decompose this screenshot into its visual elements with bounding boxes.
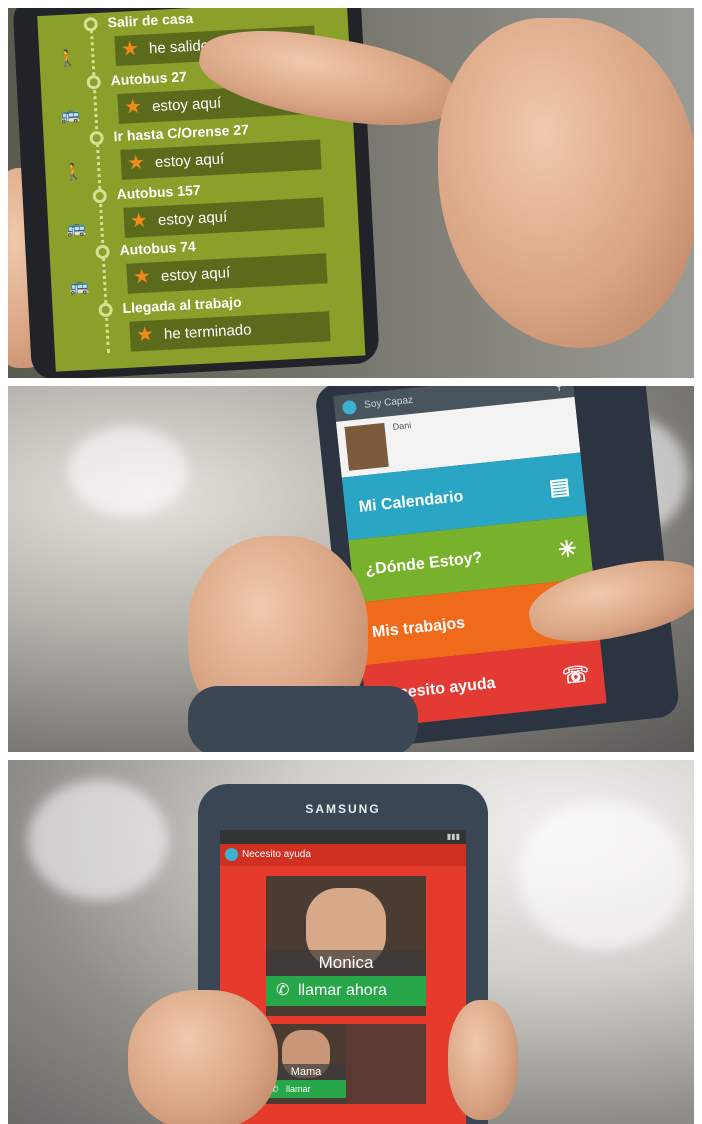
holding-fingers bbox=[448, 1000, 518, 1120]
profile-name: Dani bbox=[392, 420, 412, 432]
step-title: Ir hasta C/Orense 27 bbox=[113, 121, 250, 145]
app-title: Soy Capaz bbox=[363, 394, 414, 411]
menu-item-label: Mi Calendario bbox=[358, 488, 465, 516]
step-title: Autobus 157 bbox=[116, 181, 201, 203]
star-icon: ★ bbox=[135, 323, 155, 347]
step-title: Autobus 74 bbox=[119, 238, 197, 259]
photo-panel-need-help: SAMSUNG ▮▮▮ Necesito ayuda Monica ✆ llam… bbox=[8, 760, 694, 1124]
star-icon: ★ bbox=[120, 37, 140, 61]
status-label: he terminado bbox=[163, 321, 252, 343]
screen-title: Necesito ayuda bbox=[242, 849, 311, 860]
status-label: estoy aquí bbox=[157, 208, 228, 230]
phone-icon: ✆ bbox=[276, 982, 290, 999]
star-icon: ★ bbox=[123, 95, 143, 119]
call-button[interactable]: ✆ llamar bbox=[266, 1080, 346, 1098]
star-icon: ★ bbox=[129, 209, 149, 233]
avatar bbox=[344, 422, 389, 471]
background-blur bbox=[68, 426, 188, 516]
photo-panel-main-menu: Soy Capaz ⚲ Dani Mi Calendario ▤ ¿Dónde … bbox=[8, 386, 694, 752]
bus-icon: 🚌 bbox=[68, 277, 90, 296]
step-title: Llegada al trabajo bbox=[122, 293, 242, 317]
background-blur bbox=[518, 800, 688, 950]
menu-item-label: Mis trabajos bbox=[371, 614, 466, 642]
search-icon[interactable]: ⚲ bbox=[553, 386, 564, 399]
contact-card-dimmed bbox=[346, 1024, 426, 1104]
walk-icon: 🚶 bbox=[57, 50, 78, 69]
star-icon: ★ bbox=[126, 151, 146, 175]
step-marker bbox=[86, 74, 102, 90]
status-label: estoy aquí bbox=[154, 150, 225, 172]
status-label: estoy aquí bbox=[151, 94, 222, 116]
profile-description bbox=[394, 420, 546, 460]
phone-icon: ☏ bbox=[560, 660, 591, 689]
star-icon: ★ bbox=[132, 265, 152, 289]
step-title: Salir de casa bbox=[107, 9, 194, 31]
step-marker bbox=[98, 302, 114, 318]
status-button[interactable]: ★ estoy aquí bbox=[126, 253, 328, 294]
contact-name: Monica bbox=[266, 950, 426, 976]
step-marker bbox=[83, 16, 99, 32]
brand-logo: SAMSUNG bbox=[305, 802, 381, 816]
status-button[interactable]: ★ he terminado bbox=[129, 311, 331, 352]
contact-card: Monica ✆ llamar ahora bbox=[266, 876, 426, 1016]
contact-name: Mama bbox=[266, 1064, 346, 1080]
app-logo-icon bbox=[341, 399, 358, 416]
status-label: estoy aquí bbox=[160, 264, 231, 285]
contact-card: Mama ✆ llamar bbox=[266, 1024, 346, 1104]
status-bar: ▮▮▮ bbox=[220, 830, 466, 844]
background-blur bbox=[28, 780, 168, 900]
call-now-button[interactable]: ✆ llamar ahora bbox=[266, 976, 426, 1006]
right-hand bbox=[438, 18, 694, 348]
menu-item-label: ¿Dónde Estoy? bbox=[364, 549, 484, 579]
status-button[interactable]: ★ estoy aquí bbox=[120, 139, 322, 180]
location-icon: ✳ bbox=[556, 535, 578, 563]
call-label: llamar bbox=[286, 1084, 311, 1094]
step-marker bbox=[89, 130, 105, 146]
call-label: llamar ahora bbox=[298, 982, 387, 999]
holding-hand bbox=[128, 990, 278, 1124]
bus-icon: 🚌 bbox=[59, 105, 81, 124]
status-button[interactable]: ★ estoy aquí bbox=[123, 197, 325, 238]
app-logo-icon bbox=[225, 848, 238, 861]
bus-icon: 🚌 bbox=[65, 219, 87, 238]
menu-screen: Soy Capaz ⚲ Dani Mi Calendario ▤ ¿Dónde … bbox=[333, 386, 607, 730]
sleeve bbox=[188, 686, 418, 752]
calendar-icon: ▤ bbox=[547, 472, 572, 500]
step-marker bbox=[95, 244, 110, 260]
step-title: Autobus 27 bbox=[110, 68, 188, 89]
photo-panel-route-steps: Salir de casa 🚶 ★ he salido Autobus 27 🚌… bbox=[8, 8, 694, 378]
walk-icon: 🚶 bbox=[63, 163, 84, 182]
step-marker bbox=[92, 188, 108, 204]
app-bar: Necesito ayuda bbox=[220, 844, 466, 866]
